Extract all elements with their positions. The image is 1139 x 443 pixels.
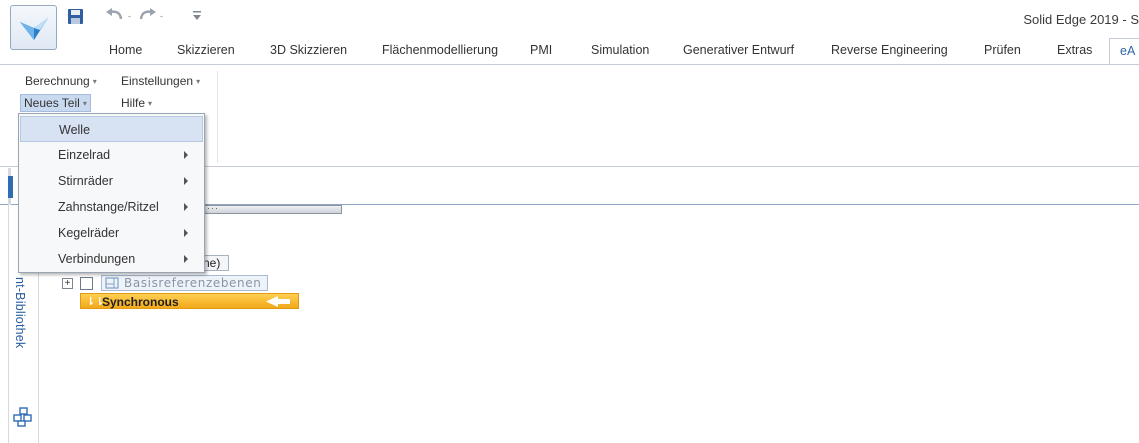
einstellungen-dropdown[interactable]: Einstellungen ▾ — [118, 72, 203, 90]
title-bar: - - Solid Edge 2019 - S — [0, 0, 1139, 50]
base-planes-label: Basisreferenzebenen — [124, 276, 262, 290]
submenu-arrow-icon — [184, 177, 188, 185]
submenu-arrow-icon — [184, 255, 188, 263]
parts-library-icon — [13, 407, 32, 427]
tab-reverse-engineering[interactable]: Reverse Engineering — [831, 43, 948, 57]
splitter-grip[interactable]: ···· — [203, 203, 219, 213]
menu-item-welle[interactable]: Welle — [20, 116, 203, 142]
synchronous-section-bar[interactable]: ⇂⇂ Synchronous — [80, 293, 299, 309]
submenu-arrow-icon — [184, 151, 188, 159]
tab-home[interactable]: Home — [109, 43, 142, 57]
tab-ea[interactable]: eA — [1109, 38, 1139, 65]
chevron-down-icon: ▾ — [82, 99, 87, 108]
menu-item-label: Stirnräder — [58, 174, 113, 188]
ribbon-separator — [217, 71, 218, 163]
library-side-tab[interactable]: nt-Bibliothek — [13, 277, 27, 348]
undo-icon — [106, 8, 123, 20]
save-button[interactable] — [67, 6, 84, 26]
chevron-down-icon: ▾ — [92, 77, 97, 86]
neues-teil-menu: Welle Einzelrad Stirnräder Zahnstange/Ri… — [18, 113, 205, 273]
menu-item-label: Verbindungen — [58, 252, 136, 266]
tab-3d-skizzieren[interactable]: 3D Skizzieren — [270, 43, 347, 57]
menu-item-kegelraeder[interactable]: Kegelräder — [20, 220, 203, 246]
menu-item-einzelrad[interactable]: Einzelrad — [20, 142, 203, 168]
base-planes-node[interactable]: Basisreferenzebenen — [101, 275, 269, 291]
tab-pmi[interactable]: PMI — [530, 43, 552, 57]
neues-teil-dropdown[interactable]: Neues Teil ▾ — [20, 94, 91, 112]
visibility-checkbox[interactable] — [80, 276, 93, 290]
menu-item-label: Einzelrad — [58, 148, 111, 162]
tab-generativer-entwurf[interactable]: Generativer Entwurf — [683, 43, 794, 57]
expand-icon[interactable]: + — [62, 277, 73, 289]
undo-button[interactable]: - — [105, 6, 131, 26]
tab-extras[interactable]: Extras — [1057, 43, 1092, 57]
tree-row-base-planes[interactable]: + Basisreferenzebenen — [62, 275, 269, 291]
tab-flaechenmodellierung[interactable]: Flächenmodellierung — [382, 43, 498, 57]
neues-teil-label: Neues Teil — [24, 96, 80, 110]
chevron-down-icon: ▾ — [148, 99, 153, 108]
menu-item-stirnraeder[interactable]: Stirnräder — [20, 168, 203, 194]
window-title: Solid Edge 2019 - S — [1023, 12, 1139, 27]
reference-planes-icon — [105, 277, 119, 289]
synchronous-label: Synchronous — [102, 295, 179, 309]
customize-quick-access-button[interactable] — [192, 6, 202, 26]
berechnung-dropdown[interactable]: Berechnung ▾ — [22, 72, 100, 90]
chevron-down-icon: ▾ — [196, 77, 201, 86]
berechnung-label: Berechnung — [25, 74, 90, 88]
undo-dropdown-caret[interactable]: - — [128, 11, 131, 21]
menu-item-label: Zahnstange/Ritzel — [58, 200, 159, 214]
menu-item-label: Welle — [59, 123, 91, 137]
redo-button[interactable]: - — [137, 6, 163, 26]
tab-simulation[interactable]: Simulation — [591, 43, 649, 57]
einstellungen-label: Einstellungen — [121, 74, 194, 88]
collapse-arrow-icon[interactable] — [266, 296, 290, 307]
menu-item-verbindungen[interactable]: Verbindungen — [20, 246, 203, 272]
redo-dropdown-caret[interactable]: - — [160, 11, 163, 21]
parts-library-button[interactable] — [13, 407, 33, 430]
tree-root-label: ne) — [203, 256, 221, 270]
submenu-arrow-icon — [184, 229, 188, 237]
hilfe-dropdown[interactable]: Hilfe ▾ — [118, 94, 155, 112]
menu-item-label: Kegelräder — [58, 226, 120, 240]
ribbon-tabs: Home Skizzieren 3D Skizzieren Flächenmod… — [0, 38, 1139, 65]
tab-skizzieren[interactable]: Skizzieren — [177, 43, 235, 57]
customize-quick-access-icon — [193, 11, 201, 20]
save-icon — [68, 8, 83, 24]
hilfe-label: Hilfe — [121, 96, 146, 110]
dock-tab-marker[interactable] — [8, 176, 13, 198]
redo-icon — [139, 8, 156, 20]
menu-item-zahnstange-ritzel[interactable]: Zahnstange/Ritzel — [20, 194, 203, 220]
submenu-arrow-icon — [184, 203, 188, 211]
tab-pruefen[interactable]: Prüfen — [984, 43, 1021, 57]
